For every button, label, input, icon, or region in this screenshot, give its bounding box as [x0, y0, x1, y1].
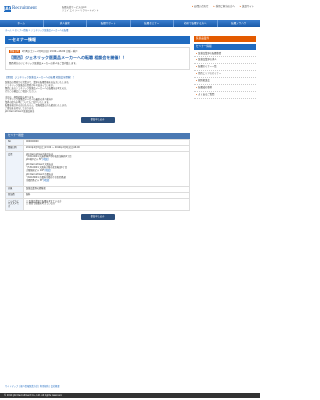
nav-seminar[interactable]: 転職セミナー [131, 20, 174, 27]
venue-block: JAC Recruitment 神戸支店 〒650-0001 兵庫県神戸市中央区… [26, 153, 187, 162]
apply-row-top: 参加申し込み [5, 116, 190, 123]
nav-knowhow[interactable]: 転職ノウハウ [218, 20, 261, 27]
sidebar-head-industry: 医薬品業界 [194, 36, 256, 42]
lead-box: 開催日時 2月8日(土) ～ 2月9日(日) 13:00～16:00 大阪・神戸… [5, 47, 190, 70]
venue-line: 京都四条ビル 3F [26, 178, 43, 182]
sidebar-item[interactable]: 医薬品業界の求人 [194, 57, 256, 64]
venue-block: JAC Recruitment 大阪支店 〒530-0001 大阪府大阪市北区梅… [26, 163, 187, 172]
apply-button-top[interactable]: 参加申し込み [80, 116, 115, 123]
sidebar-item[interactable]: 転職セミナー一覧 [194, 64, 256, 71]
date-line: 開催日時 2月8日(土) ～ 2月9日(日) 13:00～16:00 大阪・神戸 [9, 50, 186, 53]
row-label: こんな方にオススメです [5, 198, 24, 212]
main-content: －セミナー情報 開催日時 2月8日(土) ～ 2月9日(日) 13:00～16:… [5, 36, 190, 221]
contact-link[interactable]: お問い合わせ [192, 5, 208, 8]
sidebar: 医薬品業界 セミナー情報 医薬品業界の転職事情 医薬品業界の求人 転職セミナー一… [194, 36, 256, 99]
date-text: 2月8日(土) ～ 2月9日(日) 13:00～16:00 [21, 50, 66, 53]
nav-home[interactable]: ホーム [0, 20, 44, 27]
logo-text: Recruitment [12, 5, 37, 11]
sidebar-item[interactable]: 個別相談会 [194, 78, 256, 85]
venue-block: JAC Recruitment 京都支店 〒600-8001 京都府京都市下京区… [26, 174, 187, 182]
nav-support[interactable]: 転職サポート [87, 20, 131, 27]
header: JAC Recruitment 転職支援サービスのJAC ジェイ エイ シー リ… [0, 0, 260, 20]
nav-job-search[interactable]: 求人検索 [44, 20, 87, 27]
sidebar-item[interactable]: よくあるご質問 [194, 92, 256, 99]
global-nav: ホーム 求人検索 転職サポート 転職セミナー 初めて転職する方へ 転職ノウハウ [0, 20, 260, 27]
sidebar-item[interactable]: 転職成功事例 [194, 85, 256, 92]
sidebar-item[interactable]: 医薬品業界の転職事情 [194, 50, 256, 57]
nav-first-time[interactable]: 初めて転職する方へ [174, 20, 218, 27]
breadcrumb[interactable]: ホーム > セミナー情報 > ジェネリック医薬品メーカーへの転職 [5, 29, 68, 33]
lead-subtitle: 関西地方のジェネリック医薬品メーカーの求人をご案内致します。 [9, 61, 78, 65]
recommend-line: □ 関西で転職を考えている方 [26, 202, 55, 206]
body-line: JAC Recruitment 医薬品担当 [5, 110, 35, 114]
map-link[interactable]: [地図] [45, 169, 51, 172]
english-link[interactable]: 英語サイト [240, 5, 254, 8]
overview-table: No 000000000 開催日時 2014年2月8日(土)13:00 ～ 20… [5, 138, 190, 212]
footer: サイトマップ | 個人情報保護方針 | 利用規約 | 会社概要 © 2014 J… [0, 384, 260, 400]
row-label: 会場 [5, 151, 24, 187]
venue-line: JAC神戸ビル 5F [26, 158, 42, 162]
tagline: 転職支援サービスのJAC ジェイ エイ シー リクルートメント [62, 6, 122, 12]
logo-mark: JAC [4, 6, 12, 12]
date-badge: 開催日時 [9, 50, 21, 53]
map-link[interactable]: [地図] [43, 179, 49, 182]
employer-link[interactable]: 採用ご担当の方へ [214, 5, 235, 8]
header-links: お問い合わせ 採用ご担当の方へ 英語サイト [192, 5, 254, 8]
venue-line: 大阪駅前ビル 10F [26, 168, 44, 172]
table-row: 会場 JAC Recruitment 神戸支店 〒650-0001 兵庫県神戸市… [5, 151, 190, 187]
apply-button-bottom[interactable]: 参加申し込み [80, 214, 115, 221]
recommend-cell: □ 医薬品業界で転職を考えている方 □ 関西で転職を考えている方 [23, 198, 190, 212]
body-text: 医薬品の開発から営業まで、業界の転職情報をお伝えいたします。 ジェネリック医薬品… [5, 81, 190, 114]
tagline-line: ジェイ エイ シー リクルートメント [62, 9, 99, 12]
sidebar-item[interactable]: 関西エリアのセミナー [194, 71, 256, 78]
footer-links[interactable]: サイトマップ | 個人情報保護方針 | 利用規約 | 会社概要 [0, 384, 260, 391]
place-text: 大阪・神戸 [65, 50, 78, 53]
page-title: －セミナー情報 [5, 36, 190, 44]
table-row: こんな方にオススメです □ 医薬品業界で転職を考えている方 □ 関西で転職を考え… [5, 198, 190, 212]
map-link[interactable]: [地図] [42, 158, 48, 161]
detail-title: 【関西】ジェネリック医薬品メーカーへの転職 相談会を開催！！ [5, 76, 76, 79]
apply-row-bottom: 参加申し込み [5, 214, 190, 221]
lead-title: 【関西】ジェネリック医薬品メーカーへの転職 相談会を開催！！ [9, 54, 127, 60]
logo[interactable]: JAC Recruitment [4, 6, 54, 12]
venue-cell: JAC Recruitment 神戸支店 〒650-0001 兵庫県神戸市中央区… [23, 151, 190, 187]
copyright: © 2014 JAC Recruitment Co., Ltd. All rig… [0, 392, 260, 398]
